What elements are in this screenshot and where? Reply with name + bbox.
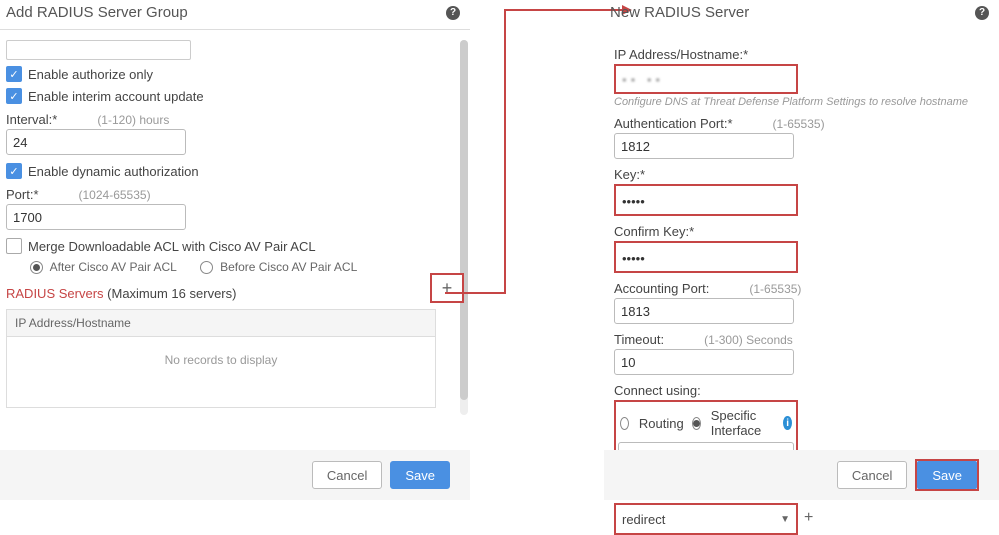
page-title-left: Add RADIUS Server Group (6, 4, 188, 21)
before-acl-label: Before Cisco AV Pair ACL (220, 260, 357, 274)
auth-port-label: Authentication Port:* (614, 116, 733, 131)
authorize-only-checkbox[interactable]: ✓ (6, 66, 22, 82)
port-input[interactable] (6, 204, 186, 230)
timeout-input[interactable] (614, 349, 794, 375)
chevron-down-icon: ▼ (780, 514, 790, 525)
routing-label: Routing (639, 416, 684, 431)
info-icon[interactable]: i (783, 416, 792, 430)
radius-servers-title: RADIUS Servers (6, 286, 104, 301)
ip-label: IP Address/Hostname:* (614, 47, 989, 62)
servers-table: IP Address/Hostname No records to displa… (6, 309, 436, 408)
interval-input[interactable] (6, 129, 186, 155)
help-icon[interactable]: ? (446, 6, 460, 20)
specific-interface-radio[interactable] (692, 417, 701, 430)
auth-port-hint: (1-65535) (773, 117, 825, 131)
timeout-hint: (1-300) Seconds (704, 333, 793, 347)
connect-using-label: Connect using: (614, 383, 989, 398)
save-button[interactable]: Save (390, 461, 450, 489)
cancel-button[interactable]: Cancel (837, 461, 907, 489)
add-server-button[interactable]: + (430, 273, 464, 303)
dynamic-auth-label: Enable dynamic authorization (28, 164, 199, 179)
cancel-button[interactable]: Cancel (312, 461, 382, 489)
help-icon[interactable]: ? (975, 6, 989, 20)
interim-update-label: Enable interim account update (28, 89, 204, 104)
merge-acl-checkbox[interactable]: ✓ (6, 238, 22, 254)
table-empty-message: No records to display (7, 337, 435, 407)
after-acl-label: After Cisco AV Pair ACL (50, 260, 177, 274)
dns-hint: Configure DNS at Threat Defense Platform… (614, 96, 989, 108)
acct-port-input[interactable] (614, 298, 794, 324)
port-label: Port:* (6, 187, 39, 202)
table-header-ip: IP Address/Hostname (7, 310, 435, 337)
interval-hint: (1-120) hours (97, 113, 169, 127)
port-hint: (1024-65535) (79, 188, 151, 202)
merge-acl-label: Merge Downloadable ACL with Cisco AV Pai… (28, 239, 316, 254)
specific-interface-label: Specific Interface (711, 408, 774, 438)
page-title-right: New RADIUS Server (610, 4, 749, 21)
routing-radio[interactable] (620, 417, 629, 430)
before-acl-radio[interactable] (200, 261, 213, 274)
acct-port-label: Accounting Port: (614, 281, 709, 296)
ip-input[interactable]: ▪▪ ▪▪ (616, 66, 796, 92)
confirm-key-label: Confirm Key:* (614, 224, 989, 239)
dynamic-auth-checkbox[interactable]: ✓ (6, 163, 22, 179)
save-button[interactable]: Save (917, 461, 977, 489)
timeout-label: Timeout: (614, 332, 664, 347)
redirect-acl-select[interactable]: redirect ▼ (616, 505, 796, 533)
auth-port-input[interactable] (614, 133, 794, 159)
acct-port-hint: (1-65535) (749, 282, 801, 296)
key-input[interactable] (616, 188, 796, 214)
name-input-stub[interactable] (6, 40, 191, 60)
radius-servers-max: (Maximum 16 servers) (107, 286, 236, 301)
confirm-key-input[interactable] (616, 245, 796, 271)
interval-label: Interval:* (6, 112, 57, 127)
add-redirect-button[interactable]: + (804, 509, 813, 527)
after-acl-radio[interactable] (30, 261, 43, 274)
interim-update-checkbox[interactable]: ✓ (6, 88, 22, 104)
authorize-only-label: Enable authorize only (28, 67, 153, 82)
redirect-acl-value: redirect (622, 512, 665, 527)
key-label: Key:* (614, 167, 989, 182)
